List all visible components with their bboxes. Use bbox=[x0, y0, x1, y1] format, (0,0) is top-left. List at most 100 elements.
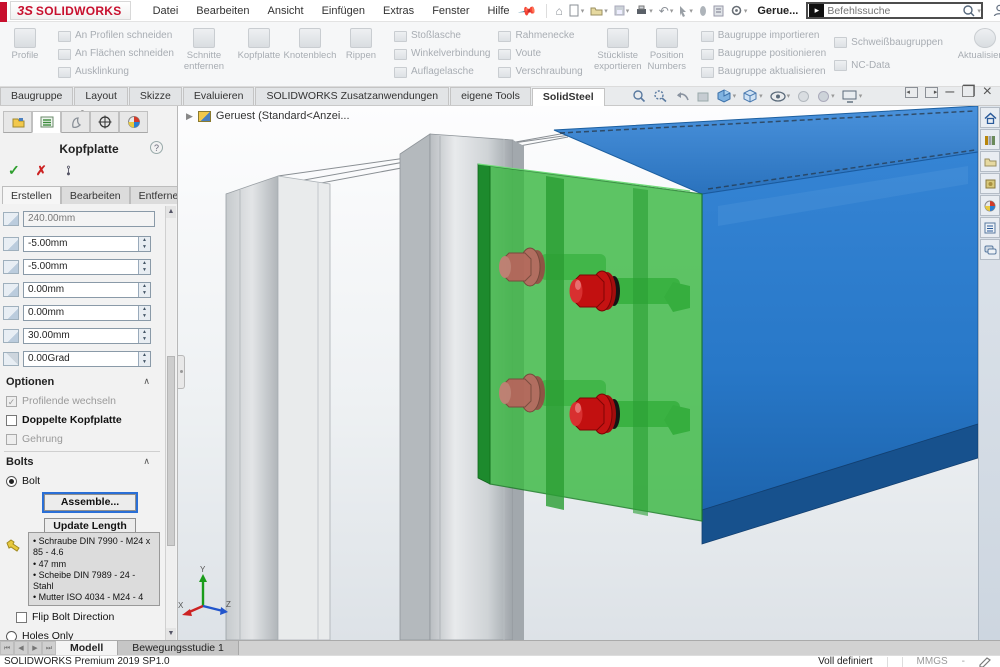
offset-d1-field[interactable]: -5.00mm▲▼ bbox=[23, 236, 151, 252]
distance-d1-spinner[interactable]: ▲▼ bbox=[138, 283, 150, 297]
ribbon-stueckliste-button[interactable]: Stückliste exportieren bbox=[593, 25, 643, 83]
appearances-icon[interactable] bbox=[797, 90, 810, 103]
distance-d2-spinner[interactable]: ▲▼ bbox=[138, 306, 150, 320]
panel-scrollbar[interactable]: ▲ ▼ bbox=[165, 206, 176, 640]
ribbon-baugruppe-importieren-button[interactable]: Baugruppe importieren bbox=[701, 29, 826, 44]
appearances-scenes-icon[interactable] bbox=[980, 195, 1000, 216]
options-gear-icon[interactable]: ▾ bbox=[730, 4, 748, 17]
print-icon[interactable]: ▾ bbox=[635, 5, 653, 16]
menu-datei[interactable]: Datei bbox=[145, 3, 187, 19]
options-section-header[interactable]: Optionen bbox=[6, 376, 54, 388]
steel-sheet[interactable] bbox=[226, 176, 330, 640]
feature-tree-flyout[interactable]: ▶ Geruest (Standard<Anzei... bbox=[186, 110, 350, 122]
scene-icon[interactable]: ▾ bbox=[817, 90, 835, 103]
zoom-fit-icon[interactable] bbox=[632, 89, 646, 103]
doc-restore-button[interactable]: ❐ bbox=[961, 82, 975, 102]
offset-d1-spinner[interactable]: ▲▼ bbox=[138, 237, 150, 251]
scroll-thumb[interactable] bbox=[167, 356, 175, 546]
tab-scroll-next-icon[interactable]: ▶ bbox=[28, 641, 42, 655]
tab-solidsteel[interactable]: SolidSteel bbox=[532, 88, 605, 106]
undo-icon[interactable]: ↶▾ bbox=[659, 4, 674, 18]
ribbon-auflagelasche-button[interactable]: Auflagelasche bbox=[394, 65, 491, 80]
distance-d1-field[interactable]: 0.00mm▲▼ bbox=[23, 282, 151, 298]
offset-d2-spinner[interactable]: ▲▼ bbox=[138, 260, 150, 274]
search-dropdown-icon[interactable]: ▾ bbox=[977, 7, 981, 15]
featuremanager-tab-icon[interactable] bbox=[3, 111, 32, 133]
tab-scroll-first-icon[interactable]: ⏮ bbox=[0, 641, 14, 655]
home-tab-icon[interactable] bbox=[980, 107, 1000, 128]
units-label[interactable]: MMGS bbox=[917, 656, 948, 667]
ribbon-an-profilen-schneiden-button[interactable]: An Profilen schneiden bbox=[58, 29, 174, 44]
configurationmanager-tab-icon[interactable] bbox=[61, 111, 90, 133]
hide-show-items-icon[interactable]: ▾ bbox=[770, 91, 791, 102]
collapse-right-pane-icon[interactable]: ▸ bbox=[925, 87, 938, 98]
options-collapse-icon[interactable]: ∧ bbox=[143, 376, 150, 387]
menu-fenster[interactable]: Fenster bbox=[424, 3, 477, 19]
assemble-button[interactable]: Assemble... bbox=[44, 494, 136, 511]
display-style-icon[interactable]: ▾ bbox=[743, 89, 763, 103]
holes-only-radio-row[interactable]: Holes Only bbox=[6, 629, 73, 640]
tab-zusatzanwendungen[interactable]: SOLIDWORKS Zusatzanwendungen bbox=[255, 87, 449, 105]
doc-minimize-button[interactable]: – bbox=[945, 83, 954, 101]
ribbon-verschraubung-button[interactable]: Verschraubung bbox=[498, 65, 582, 80]
ribbon-nc-data-button[interactable]: NC-Data bbox=[834, 58, 943, 73]
ribbon-profile-button[interactable]: Profile bbox=[2, 25, 48, 83]
bolts-collapse-icon[interactable]: ∧ bbox=[143, 456, 150, 467]
edit-sketch-status-icon[interactable] bbox=[979, 656, 992, 667]
home-icon[interactable]: ⌂ bbox=[555, 4, 562, 18]
ribbon-schnitte-entfernen-button[interactable]: Schnitte entfernen bbox=[178, 25, 230, 83]
view-settings-icon[interactable]: ▾ bbox=[842, 90, 863, 103]
menu-hilfe[interactable]: Hilfe bbox=[479, 3, 517, 19]
tab-layout[interactable]: Layout bbox=[74, 87, 128, 105]
offset-d2-field[interactable]: -5.00mm▲▼ bbox=[23, 259, 151, 275]
checkbox-icon[interactable] bbox=[6, 415, 17, 426]
ribbon-stosslasche-button[interactable]: Stoßlasche bbox=[394, 29, 491, 44]
angle-field[interactable]: 0.00Grad▲▼ bbox=[23, 351, 151, 367]
tab-eigene-tools[interactable]: eigene Tools bbox=[450, 87, 531, 105]
angle-spinner[interactable]: ▲▼ bbox=[138, 352, 150, 366]
bolts-section-header[interactable]: Bolts bbox=[6, 456, 34, 468]
resources-icon[interactable] bbox=[980, 129, 1000, 150]
displaymanager-tab-icon[interactable] bbox=[119, 111, 148, 133]
file-explorer-icon[interactable] bbox=[980, 173, 1000, 194]
tab-skizze[interactable]: Skizze bbox=[129, 87, 182, 105]
ribbon-baugruppe-aktualisieren-button[interactable]: Baugruppe aktualisieren bbox=[701, 65, 826, 80]
checkbox-checked-icon[interactable]: ✓ bbox=[6, 396, 17, 407]
login-user-icon[interactable] bbox=[993, 4, 1000, 17]
cancel-button[interactable]: ✗ bbox=[36, 163, 47, 179]
bolt-radio[interactable] bbox=[6, 476, 17, 487]
open-icon[interactable]: ▾ bbox=[590, 5, 608, 16]
dimxpertmanager-tab-icon[interactable] bbox=[90, 111, 119, 133]
section-view-icon[interactable] bbox=[697, 90, 710, 103]
mode-tab-erstellen[interactable]: Erstellen bbox=[2, 186, 61, 204]
ribbon-winkelverbindung-button[interactable]: Winkelverbindung bbox=[394, 47, 491, 62]
ribbon-position-numbers-button[interactable]: Position Numbers bbox=[643, 25, 691, 83]
ribbon-rippen-button[interactable]: Rippen bbox=[338, 25, 384, 83]
tab-modell[interactable]: Modell bbox=[56, 641, 118, 655]
view-orientation-icon[interactable]: ▾ bbox=[717, 89, 737, 103]
mode-tab-entfernen[interactable]: Entfernen bbox=[130, 186, 178, 204]
flip-bolt-direction-row[interactable]: Flip Bolt Direction bbox=[16, 610, 114, 624]
menu-ansicht[interactable]: Ansicht bbox=[259, 3, 311, 19]
bolt-radio-row[interactable]: Bolt bbox=[6, 474, 40, 488]
ribbon-schweissbaugruppen-button[interactable]: Schweißbaugruppen bbox=[834, 35, 943, 50]
save-icon[interactable]: ▾ bbox=[614, 5, 630, 16]
tab-evaluieren[interactable]: Evaluieren bbox=[183, 87, 255, 105]
graphics-viewport[interactable]: Y X Z ▶ Geruest (Standard<Anzei... bbox=[178, 106, 978, 640]
pin-menu-icon[interactable]: 📌 bbox=[517, 0, 537, 20]
ribbon-baugruppe-positionieren-button[interactable]: Baugruppe positionieren bbox=[701, 47, 826, 62]
ribbon-ausklinkung-button[interactable]: Ausklinkung bbox=[58, 65, 174, 80]
search-magnifier-icon[interactable] bbox=[962, 4, 976, 18]
checkbox-icon[interactable] bbox=[6, 434, 17, 445]
option-gehrung[interactable]: Gehrung bbox=[6, 432, 63, 446]
tab-scroll-last-icon[interactable]: ⏭ bbox=[42, 641, 56, 655]
ribbon-voute-button[interactable]: Voute bbox=[498, 47, 582, 62]
checkbox-icon[interactable] bbox=[16, 612, 27, 623]
tab-bewegungsstudie[interactable]: Bewegungsstudie 1 bbox=[118, 641, 239, 655]
ok-button[interactable]: ✓ bbox=[8, 162, 20, 179]
ribbon-kopfplatte-button[interactable]: Kopfplatte bbox=[236, 25, 282, 83]
menu-bearbeiten[interactable]: Bearbeiten bbox=[188, 3, 257, 19]
forum-icon[interactable] bbox=[980, 239, 1000, 260]
file-properties-icon[interactable] bbox=[713, 5, 724, 17]
thickness-field[interactable]: 30.00mm▲▼ bbox=[23, 328, 151, 344]
